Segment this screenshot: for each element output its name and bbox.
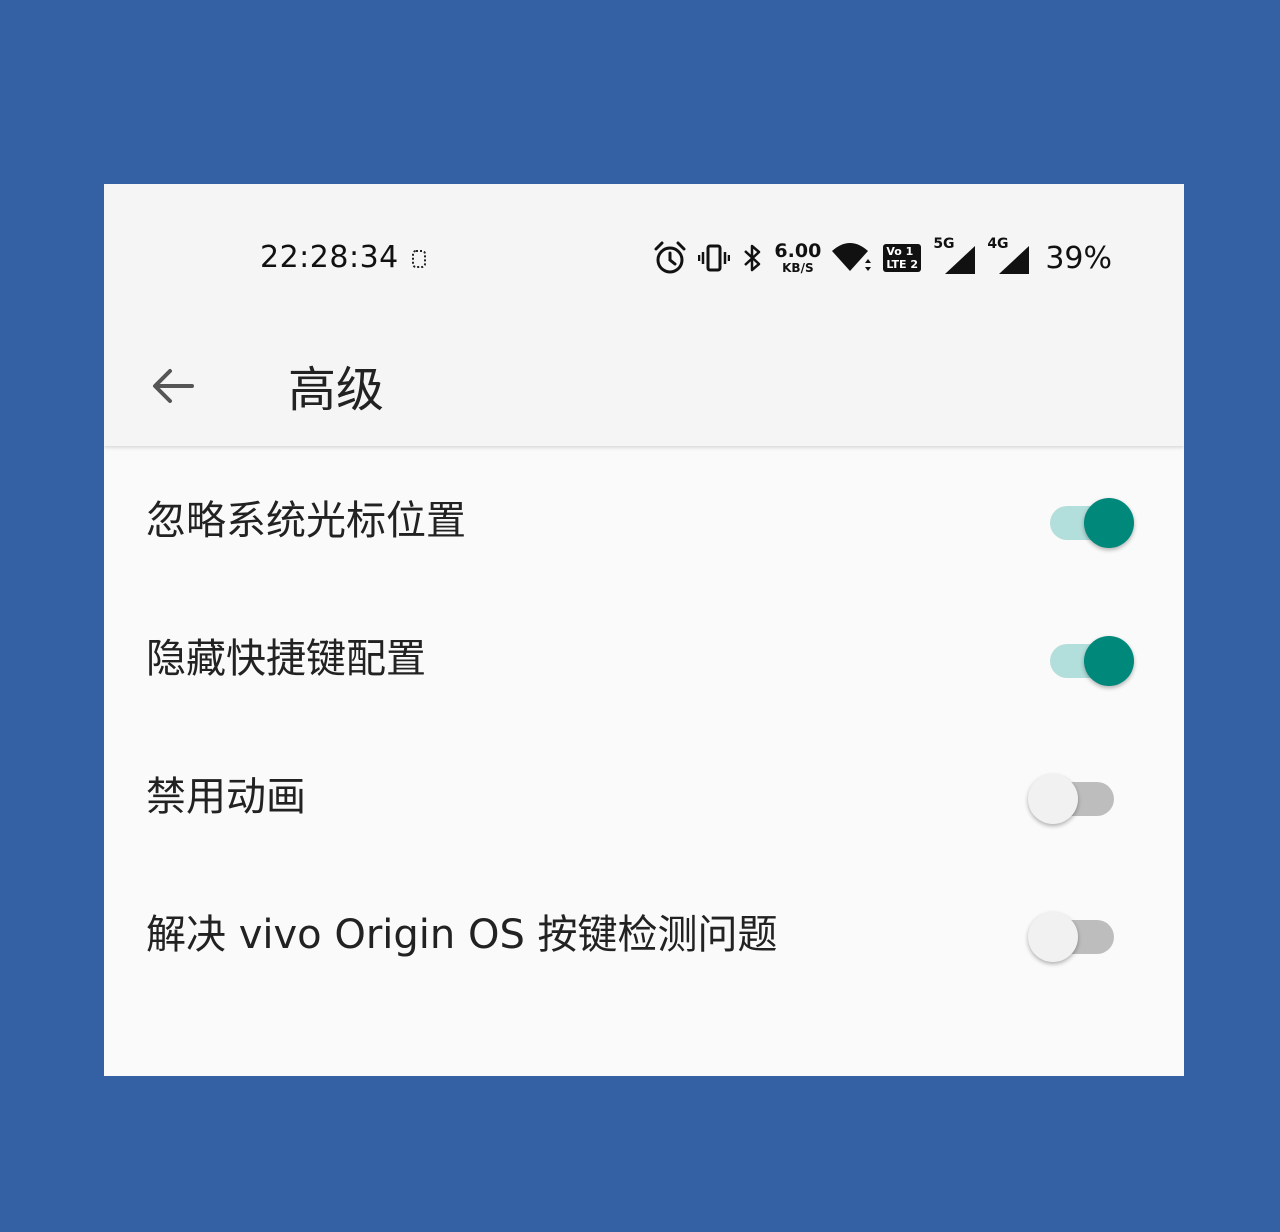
setting-label: 禁用动画 [146,774,306,820]
toggle-switch[interactable] [1050,490,1134,548]
toggle-switch[interactable] [1028,904,1134,962]
arrow-back-icon [153,369,194,403]
alarm-icon [652,240,688,276]
switch-thumb [1028,774,1078,824]
status-icons: 6.00 KB/S Vo 1 LTE 2 5G 4G 39% [652,234,1112,282]
toggle-switch[interactable] [1028,766,1134,824]
net-speed: 6.00 KB/S [774,240,822,275]
setting-row-hide-shortcut-config[interactable]: 隐藏快捷键配置 [104,586,1184,724]
signal-4g-icon: 4G [985,236,1030,278]
toggle-switch[interactable] [1050,628,1134,686]
back-button[interactable] [140,354,204,418]
net-speed-unit: KB/S [782,261,814,275]
vibrate-icon [698,243,731,273]
switch-thumb [1084,636,1134,686]
app-bar: 高级 [104,324,1184,446]
setting-label: 解决 vivo Origin OS 按键检测问题 [146,912,778,958]
net-speed-value: 6.00 [774,240,822,262]
setting-row-ignore-cursor[interactable]: 忽略系统光标位置 [104,448,1184,586]
battery-level: 39% [1045,240,1112,276]
setting-label: 隐藏快捷键配置 [146,636,426,682]
switch-thumb [1028,912,1078,962]
signal-5g-icon: 5G [931,236,976,278]
dot-indicator-icon [412,250,426,268]
setting-row-vivo-key-fix[interactable]: 解决 vivo Origin OS 按键检测问题 [104,862,1184,1000]
status-bar: 22:28:34 6.00 KB/S Vo 1 LTE 2 5G 4G 39% [104,184,1184,324]
setting-row-disable-animation[interactable]: 禁用动画 [104,724,1184,862]
wifi-icon [831,241,873,275]
phone-screen: 22:28:34 6.00 KB/S Vo 1 LTE 2 5G 4G 39% … [104,184,1184,1076]
volte-icon: Vo 1 LTE 2 [883,244,922,272]
page-title: 高级 [288,362,385,418]
status-time: 22:28:34 [260,240,399,275]
setting-label: 忽略系统光标位置 [146,498,466,544]
switch-thumb [1084,498,1134,548]
bluetooth-icon [740,242,764,274]
settings-list: 忽略系统光标位置 隐藏快捷键配置 禁用动画 解决 vivo Origin OS … [104,448,1184,1000]
